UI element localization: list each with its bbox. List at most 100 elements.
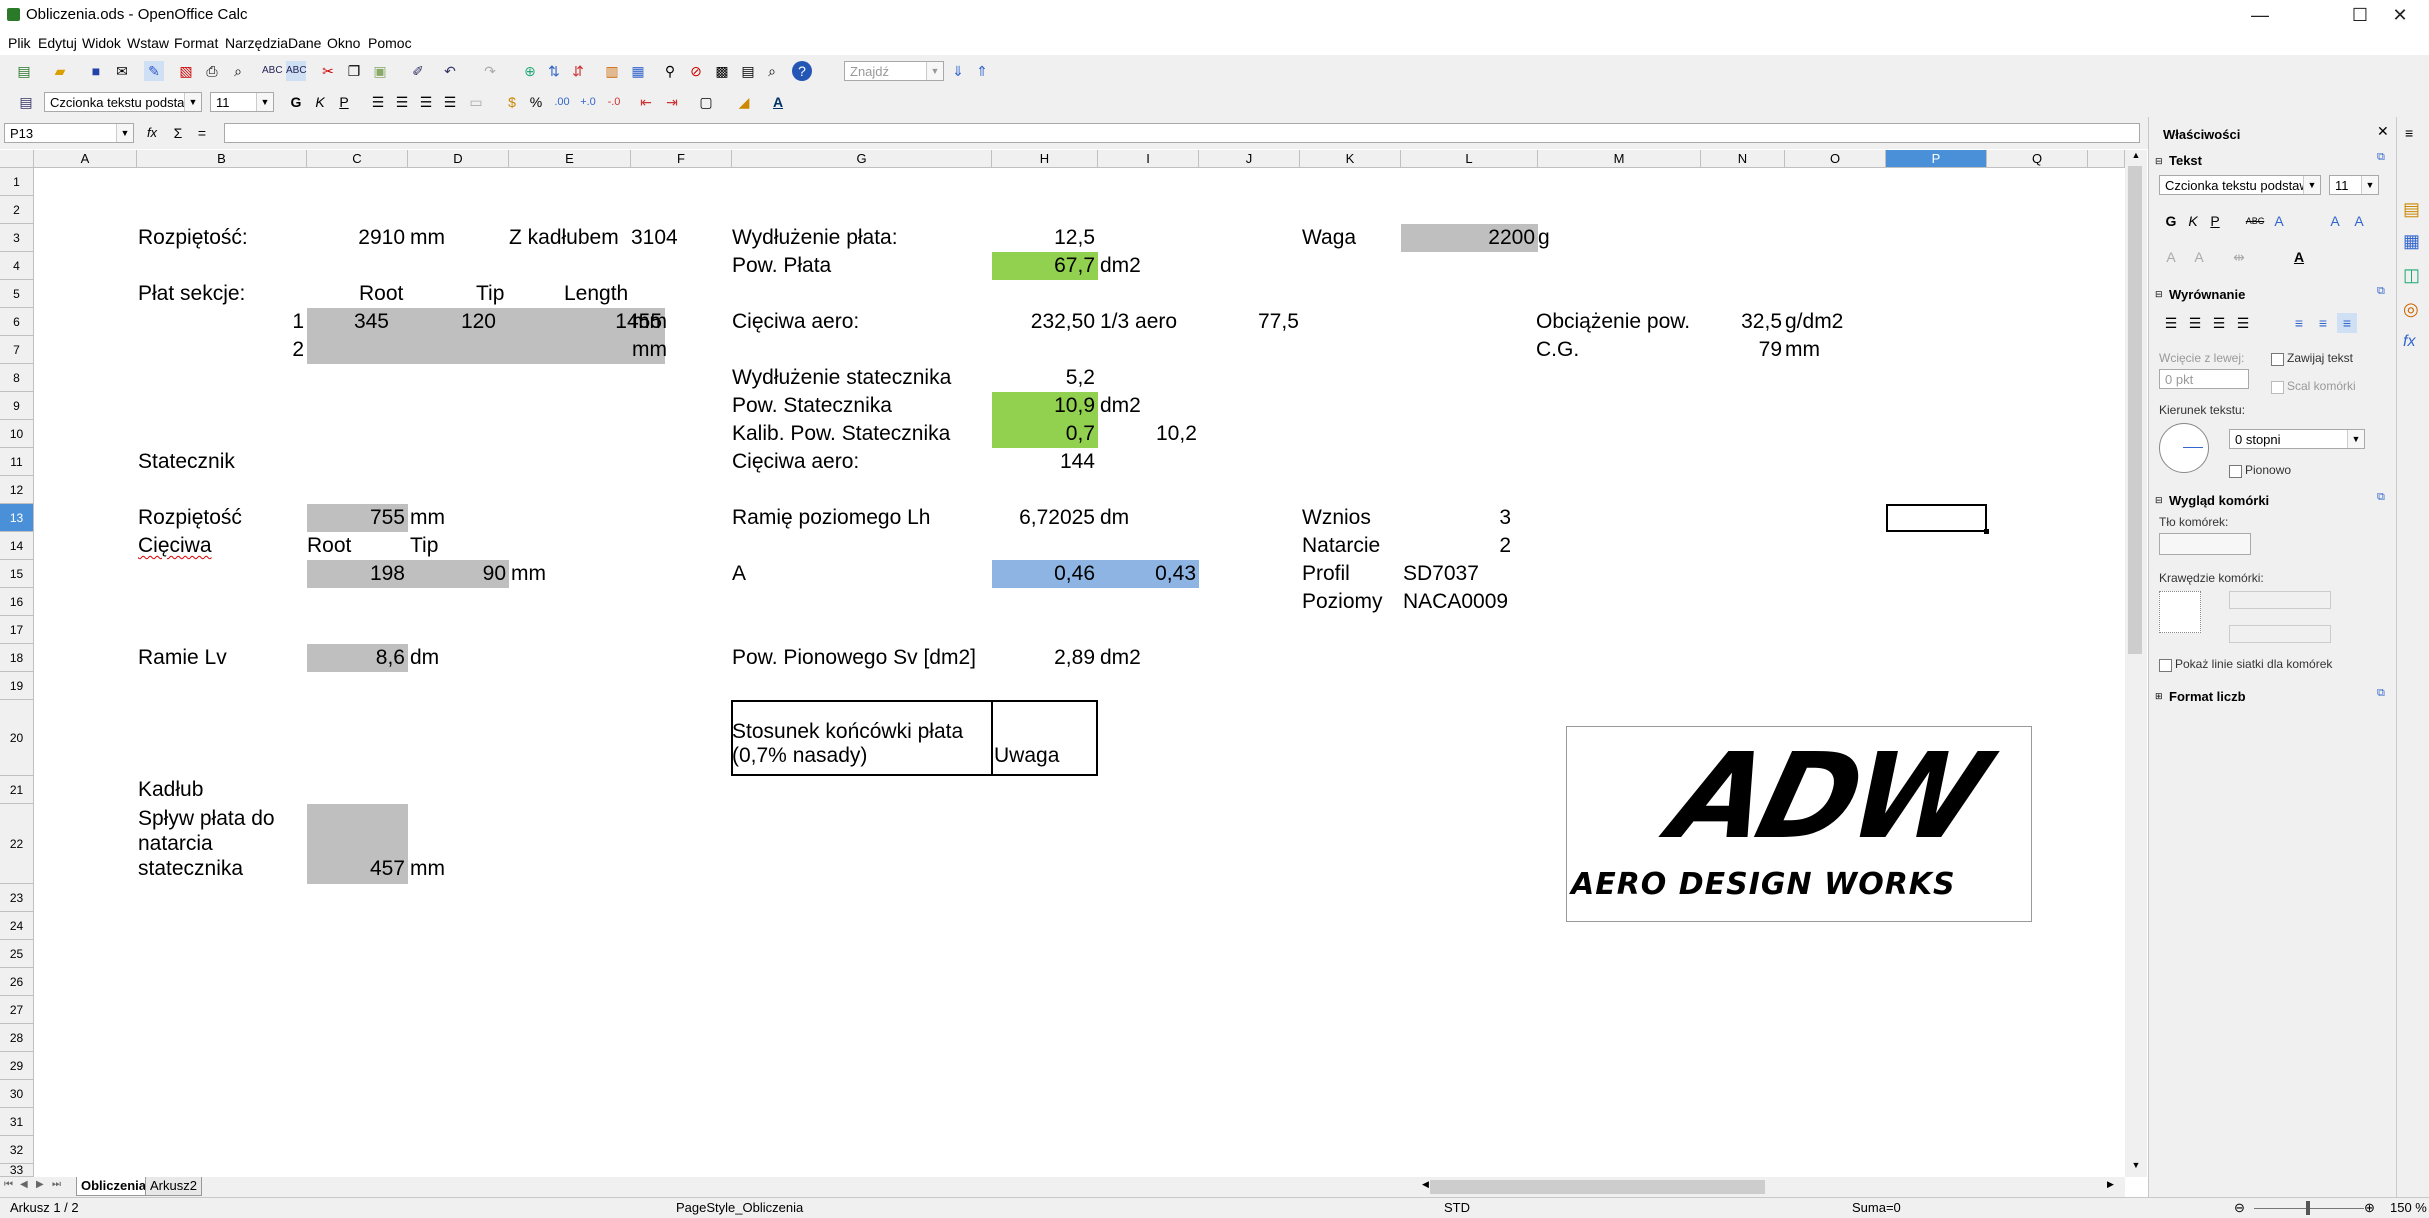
cell-i6[interactable]: 1/3 aero (1100, 308, 1177, 336)
new-icon[interactable]: ▤ (14, 61, 34, 81)
row-header[interactable]: 24 (0, 912, 34, 940)
cell-o6[interactable]: g/dm2 (1785, 308, 1843, 336)
chart-icon[interactable]: ▥ (602, 61, 622, 81)
cell-h6[interactable]: 232,50 (992, 308, 1095, 336)
styles-icon[interactable]: ▤ (16, 92, 36, 112)
cell-b5[interactable]: Płat sekcje: (138, 280, 245, 308)
row-header[interactable]: 27 (0, 996, 34, 1024)
font-color-icon[interactable]: A (768, 92, 788, 112)
cell-h8[interactable]: 5,2 (992, 364, 1095, 392)
row-header[interactable]: 8 (0, 364, 34, 392)
align-left-icon[interactable]: ☰ (368, 92, 388, 112)
menu-edit[interactable]: Edytuj (38, 35, 77, 51)
column-header-p[interactable]: P (1886, 150, 1987, 168)
cell-d22[interactable]: mm (410, 856, 445, 881)
row-header[interactable]: 9 (0, 392, 34, 420)
sidebar-underline-button[interactable]: P (2205, 211, 2225, 231)
horizontal-scrollbar[interactable]: ◀ ▶ (1420, 1177, 2125, 1197)
row-header[interactable]: 23 (0, 884, 34, 912)
page-style[interactable]: PageStyle_Obliczenia (676, 1200, 803, 1215)
cell-c18[interactable]: 8,6 (307, 644, 405, 672)
cell-m6[interactable]: Obciążenie pow. (1536, 308, 1690, 336)
line-color-picker[interactable] (2229, 625, 2331, 643)
row-header[interactable]: 21 (0, 776, 34, 804)
cell-f6[interactable]: mm (632, 308, 667, 336)
menu-window[interactable]: Okno (327, 35, 360, 51)
expand-icon[interactable]: ⊞ (2155, 691, 2163, 702)
cell-d14[interactable]: Tip (410, 532, 438, 560)
row-header[interactable]: 11 (0, 448, 34, 476)
preview-icon[interactable]: ⌕ (228, 61, 248, 81)
cell-i9[interactable]: dm2 (1100, 392, 1141, 420)
cell-i18[interactable]: dm2 (1100, 644, 1141, 672)
sidebar-align-left-icon[interactable]: ☰ (2161, 313, 2181, 333)
cell-h10[interactable]: 0,7 (992, 420, 1095, 448)
cell-k13[interactable]: Wznios (1302, 504, 1371, 532)
underline-button[interactable]: P (334, 92, 354, 112)
cell-k15[interactable]: Profil (1302, 560, 1350, 588)
cell-n6[interactable]: 32,5 (1701, 308, 1782, 336)
cell-b22-line1[interactable]: Spływ płata do (138, 806, 275, 831)
find-replace-icon[interactable]: ⚲ (660, 61, 680, 81)
row-header[interactable]: 6 (0, 308, 34, 336)
cell-m7[interactable]: C.G. (1536, 336, 1579, 364)
cell-d5[interactable]: Tip (476, 280, 504, 308)
cell-l13[interactable]: 3 (1401, 504, 1511, 532)
pivot-icon[interactable]: ▦ (628, 61, 648, 81)
cell-g20-line1[interactable]: Stosunek końcówki płata (732, 720, 963, 744)
cell-n7[interactable]: 79 (1701, 336, 1782, 364)
menu-icon[interactable]: ≡ (2405, 125, 2413, 141)
more-options-icon[interactable]: ⧉ (2377, 687, 2385, 700)
shrink-font-icon[interactable]: A (2349, 211, 2369, 231)
vertical-checkbox[interactable] (2229, 465, 2242, 478)
sidebar-bold-button[interactable]: G (2161, 211, 2181, 231)
vertical-scroll-thumb[interactable] (2128, 166, 2142, 654)
cell-c22[interactable]: 457 (307, 856, 405, 881)
selection-mode[interactable]: STD (1444, 1200, 1470, 1215)
grow-font-icon[interactable]: A (2325, 211, 2345, 231)
column-header-h[interactable]: H (992, 150, 1098, 168)
row-header[interactable]: 14 (0, 532, 34, 560)
row-header[interactable]: 33 (0, 1164, 34, 1177)
indent-input[interactable]: 0 pkt (2159, 369, 2249, 389)
cell-h9[interactable]: 10,9 (992, 392, 1095, 420)
gallery-tab-icon[interactable]: ◫ (2403, 265, 2420, 286)
spacing-icon[interactable]: ⇹ (2229, 247, 2249, 267)
row-header[interactable]: 16 (0, 588, 34, 616)
cell-b14[interactable]: Cięciwa (138, 532, 212, 560)
merge-cells-checkbox[interactable] (2271, 381, 2284, 394)
row-header[interactable]: 17 (0, 616, 34, 644)
sidebar-font-name[interactable]: Czcionka tekstu podstawo ▼ (2159, 175, 2321, 195)
function-wizard-icon[interactable]: fx (142, 123, 162, 143)
scroll-up-icon[interactable]: ▲ (2127, 150, 2145, 164)
column-header-q[interactable]: Q (1987, 150, 2088, 168)
cell-f7[interactable]: mm (632, 336, 667, 364)
functions-tab-icon[interactable]: fx (2403, 333, 2415, 351)
cell-l14[interactable]: 2 (1401, 532, 1511, 560)
align-center-icon[interactable]: ☰ (392, 92, 412, 112)
cell-b22-line3[interactable]: statecznika (138, 856, 243, 881)
print-icon[interactable]: ⎙ (202, 61, 222, 81)
chevron-down-icon[interactable]: ▼ (256, 93, 273, 111)
cell-appearance-section-title[interactable]: Wygląd komórki (2169, 493, 2269, 508)
cell-b3[interactable]: Rozpiętość: (138, 224, 248, 252)
cell-g13[interactable]: Ramię poziomego Lh (732, 504, 930, 532)
zoom-level[interactable]: 150 % (2390, 1200, 2427, 1215)
superscript-icon[interactable]: A (2161, 247, 2181, 267)
cell-m3[interactable]: g (1538, 224, 1550, 252)
cell-e15[interactable]: mm (511, 560, 546, 588)
cell-background-picker[interactable] (2159, 533, 2251, 555)
cell-g18[interactable]: Pow. Pionowego Sv [dm2] (732, 644, 976, 672)
find-previous-icon[interactable]: ⇑ (972, 61, 992, 81)
styles-tab-icon[interactable]: ▦ (2403, 231, 2420, 252)
cell-b21[interactable]: Kadłub (138, 776, 203, 804)
open-icon[interactable]: ▰ (50, 61, 70, 81)
column-header-o[interactable]: O (1785, 150, 1886, 168)
menu-file[interactable]: Plik (8, 35, 31, 51)
find-next-icon[interactable]: ⇓ (948, 61, 968, 81)
row-header[interactable]: 1 (0, 168, 34, 196)
row-header[interactable]: 29 (0, 1052, 34, 1080)
last-sheet-icon[interactable]: ⏭ (52, 1179, 61, 1190)
selected-cell[interactable] (1886, 504, 1987, 532)
copy-icon[interactable]: ❐ (344, 61, 364, 81)
